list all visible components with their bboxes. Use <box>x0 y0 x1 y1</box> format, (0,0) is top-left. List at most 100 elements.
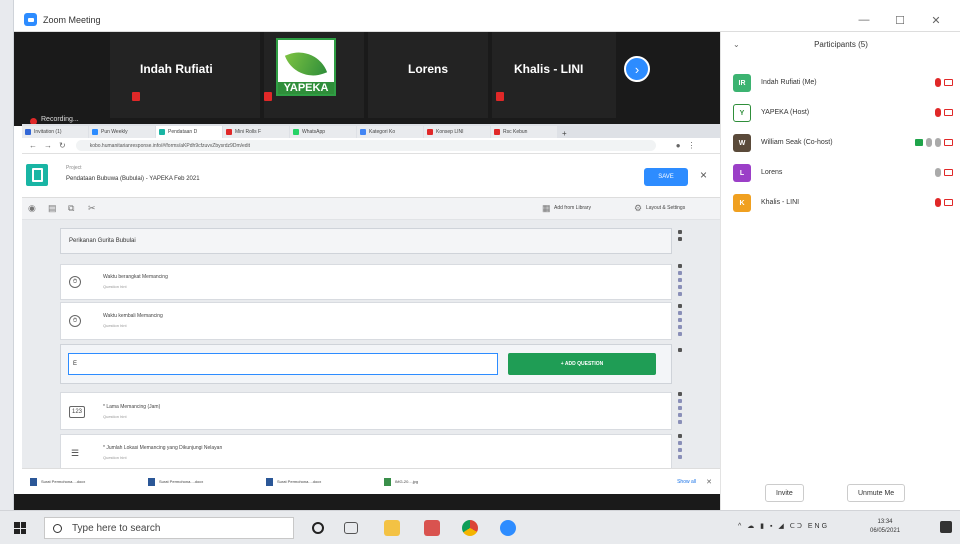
close-editor-icon[interactable]: × <box>700 168 707 182</box>
participant-name: Khalis - LINI <box>761 199 800 206</box>
cortana-icon[interactable] <box>312 522 324 534</box>
settings-gear-icon: ⚙ <box>634 203 643 213</box>
screen-share-icon <box>915 139 923 146</box>
participant-row[interactable]: Y YAPEKA (Host) <box>733 102 957 124</box>
participants-header: Participants (5) <box>814 40 868 49</box>
group-icon[interactable]: ▤ <box>48 203 57 214</box>
file-explorer-icon[interactable] <box>384 520 400 536</box>
question-row[interactable]: 123 * Lama Memancing (Jam) Question hint <box>60 392 672 430</box>
group-header[interactable]: Perikanan Gurita Bubulai <box>60 228 672 254</box>
number-icon: 123 <box>69 406 85 418</box>
maximize-button[interactable]: ☐ <box>882 8 918 32</box>
reload-icon[interactable]: ↻ <box>59 141 66 150</box>
word-doc-icon <box>30 477 37 486</box>
question-side-controls[interactable] <box>676 304 684 336</box>
browser-tab[interactable]: WhatsApp <box>290 126 356 138</box>
new-question-input[interactable]: E <box>68 353 498 375</box>
next-page-chevron-icon[interactable]: › <box>624 56 650 82</box>
clock-date: 06/05/2021 <box>870 528 901 534</box>
browser-tab[interactable]: Konsep LINI <box>424 126 490 138</box>
browser-menu-icon[interactable]: ⋮ <box>688 141 696 150</box>
windows-start-icon[interactable] <box>14 522 26 534</box>
add-question-button[interactable]: + ADD QUESTION <box>508 353 656 375</box>
scissors-icon[interactable]: ✂ <box>88 203 96 214</box>
taskbar-search-input[interactable]: Type here to search <box>44 517 294 539</box>
form-canvas: Perikanan Gurita Bubulai ⏱ Waktu berangk… <box>22 220 720 468</box>
save-button[interactable]: SAVE <box>644 168 688 186</box>
mic-muted-icon <box>496 92 504 101</box>
question-label[interactable]: Waktu berangkat Memancing <box>103 274 168 280</box>
browser-tab[interactable]: Pun Weekly <box>89 126 155 138</box>
mic-icon <box>935 138 941 147</box>
close-button[interactable]: ✕ <box>918 8 954 32</box>
mic-muted-icon <box>935 198 941 207</box>
camera-off-icon <box>944 169 953 176</box>
question-hint[interactable]: Question hint <box>103 455 127 460</box>
question-hint[interactable]: Question hint <box>103 284 127 289</box>
system-tray[interactable]: ^ ☁ ▮ ▪ ◢ ᑕᑐ ENG <box>738 522 829 530</box>
layout-settings-link[interactable]: Layout & Settings <box>646 205 685 211</box>
minimize-button[interactable]: — <box>846 8 882 32</box>
profile-avatar-icon[interactable]: ● <box>676 141 681 150</box>
participant-row[interactable]: W William Seak (Co-host) <box>733 132 957 154</box>
system-clock[interactable]: 13:34 06/05/2021 <box>870 518 900 536</box>
participant-row[interactable]: IR Indah Rufiati (Me) <box>733 72 957 94</box>
windows-taskbar: Type here to search ^ ☁ ▮ ▪ ◢ ᑕᑐ ENG 13:… <box>0 510 960 544</box>
leaf-icon <box>284 44 328 84</box>
back-icon[interactable]: ← <box>29 141 37 150</box>
question-row[interactable]: ⏱ Waktu kembali Memancing Question hint <box>60 302 672 340</box>
question-label[interactable]: * Jumlah Lokasi Memancing yang Dikunjung… <box>103 445 222 451</box>
kobo-logo-icon[interactable] <box>26 164 48 186</box>
mic-icon <box>935 168 941 177</box>
notification-icon[interactable] <box>940 521 952 533</box>
invite-button[interactable]: Invite <box>765 484 804 502</box>
participant-name: Lorens <box>761 169 783 176</box>
question-hint[interactable]: Question hint <box>103 414 127 419</box>
question-row[interactable]: ☰ * Jumlah Lokasi Memancing yang Dikunju… <box>60 434 672 468</box>
camera-off-icon <box>944 79 953 86</box>
zoom-taskbar-icon[interactable] <box>500 520 516 536</box>
preview-eye-icon[interactable]: ◉ <box>28 203 36 214</box>
question-side-controls[interactable] <box>676 434 684 459</box>
video-tile-yapeka[interactable]: YAPEKA <box>264 32 364 118</box>
word-doc-icon <box>266 477 273 486</box>
question-side-controls[interactable] <box>676 392 684 424</box>
download-item[interactable]: Surat Permohona....docx <box>266 477 376 486</box>
participant-name: William Seak (Co-host) <box>761 139 833 146</box>
project-title-input[interactable]: Pendataan Bubuwa (Bubulai) - YAPEKA Feb … <box>66 176 200 182</box>
video-tile-indah[interactable]: Indah Rufiati <box>110 32 260 118</box>
download-item[interactable]: Surat Permohona....docx <box>148 477 258 486</box>
url-input[interactable]: kobo.humanitarianresponse.info/#/forms/a… <box>75 140 656 151</box>
add-from-library-link[interactable]: Add from Library <box>554 205 591 211</box>
add-row-side-controls[interactable] <box>676 348 684 352</box>
forward-icon[interactable]: → <box>44 141 52 150</box>
participant-row[interactable]: K Khalis - LINI <box>733 192 957 214</box>
unmute-me-button[interactable]: Unmute Me <box>847 484 906 502</box>
browser-tab[interactable]: Rsc Kebun <box>491 126 557 138</box>
close-downloads-icon[interactable]: ✕ <box>706 478 712 486</box>
new-tab-icon[interactable]: + <box>562 129 567 138</box>
camera-off-icon <box>944 199 953 206</box>
group-side-controls[interactable] <box>676 230 684 241</box>
question-row[interactable]: ⏱ Waktu berangkat Memancing Question hin… <box>60 264 672 300</box>
question-label[interactable]: Waktu kembali Memancing <box>103 313 163 319</box>
question-label[interactable]: * Lama Memancing (Jam) <box>103 404 160 410</box>
question-side-controls[interactable] <box>676 264 684 296</box>
participant-status <box>915 138 953 147</box>
task-view-icon[interactable] <box>344 522 358 534</box>
video-tile-khalis[interactable]: Khalis - LINI <box>492 32 616 118</box>
office-app-icon[interactable] <box>424 520 440 536</box>
video-tile-lorens[interactable]: Lorens <box>368 32 488 118</box>
browser-tab[interactable]: Mini Rolls F <box>223 126 289 138</box>
question-hint[interactable]: Question hint <box>103 323 127 328</box>
browser-tab[interactable]: Pendataan D <box>156 126 222 138</box>
show-all-downloads-link[interactable]: Show all <box>677 479 696 485</box>
browser-tab[interactable]: Invitation (1) <box>22 126 88 138</box>
download-item[interactable]: IMG-20....jpg <box>384 477 494 486</box>
download-item[interactable]: Surat Permohona....docx <box>30 477 140 486</box>
copy-icon[interactable]: ⧉ <box>68 203 74 214</box>
chrome-icon[interactable] <box>462 520 478 536</box>
video-gallery-strip: Indah Rufiati YAPEKA Lorens Khalis - LIN… <box>14 32 720 118</box>
participant-row[interactable]: L Lorens <box>733 162 957 184</box>
browser-tab[interactable]: Kategori Ko <box>357 126 423 138</box>
